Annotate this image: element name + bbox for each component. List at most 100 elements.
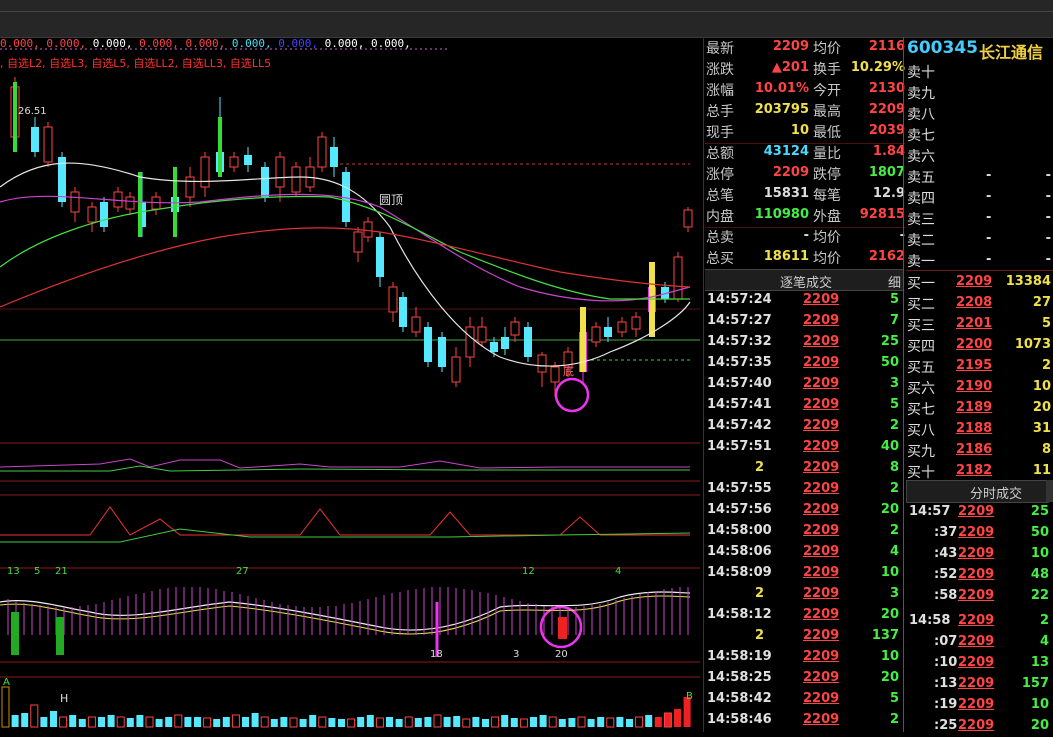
book-buy-row[interactable]: 买十 2182 11 [906,461,1053,482]
volume-bar [145,716,154,728]
quote-divider [705,143,905,144]
volume-bar [309,715,317,727]
volume-bar [270,719,278,727]
book-sell-row[interactable]: 卖八 [906,103,1053,124]
signal-bar [138,172,142,237]
book-buy-row[interactable]: 买六 2190 10 [906,377,1053,398]
volume-bar [155,719,163,727]
fenshi-header[interactable]: 分时成交 [906,480,1049,503]
tick-volume: 3 [889,376,899,391]
candle-body [683,209,693,228]
tick-volume: 5 [889,691,899,706]
fenshi-price: 2209 [958,588,995,603]
tick-row: 14:58:25 2209 20 [705,668,903,689]
tick-price: 2209 [803,439,840,454]
book-buy-row[interactable]: 买四 2200 1073 [906,335,1053,356]
tick-row: 14:57:40 2209 3 [705,374,903,395]
book-volume: - [1045,210,1051,225]
fenshi-row: :13 2209 157 [906,674,1053,695]
candle-body [125,196,135,210]
tick-volume: 8 [889,460,899,475]
window-toolbar [0,0,1053,38]
quote-value: ▲201 [771,60,809,75]
scrollbar[interactable] [1046,480,1053,502]
book-label: 买九 [907,444,935,460]
volume-bar [11,715,19,727]
fenshi-time: :43 [934,546,958,561]
book-price: 2195 [956,358,993,373]
quote-label: 量比 [813,146,841,162]
tick-row: 14:58:19 2209 10 [705,647,903,668]
book-sell-row[interactable]: 卖三 - - [906,208,1053,229]
volume-bar [616,717,624,727]
tick-time: 14:58:06 [707,544,772,559]
fenshi-row: :19 2209 10 [906,695,1053,716]
book-sell-row[interactable]: 卖六 [906,145,1053,166]
tick-row: 14:58:46 2209 2 [705,710,903,731]
quote-value: 10.29% [850,60,905,75]
volume-bar [568,718,576,727]
fenshi-time: :19 [934,697,958,712]
book-label: 买七 [907,402,935,418]
book-buy-row[interactable]: 买八 2188 31 [906,419,1053,440]
book-label: 卖三 [907,212,935,228]
volume-bar [645,715,653,727]
book-sell-row[interactable]: 卖五 - - [906,166,1053,187]
candle-body [43,126,53,163]
book-label: 卖十 [907,65,935,81]
price-label-high: 26.51 [18,106,47,117]
volume-bar [251,713,259,727]
tick-detail-button[interactable]: 细 [888,272,901,291]
book-label: 卖六 [907,149,935,165]
candle-body [388,286,398,313]
candle-body [477,326,487,343]
candle-body [424,327,432,362]
volume-bar [530,717,537,727]
tick-time: 14:57:27 [707,313,772,328]
book-sell-row[interactable]: 卖九 [906,82,1053,103]
quote-row: 涨跌 ▲201 换手 10.29% [705,58,905,79]
tick-price: 2209 [803,544,840,559]
book-sell-row[interactable]: 卖十 [906,61,1053,82]
volume-bar [231,714,240,728]
volume-bar [587,719,595,727]
fenshi-row: :10 2209 13 [906,653,1053,674]
volume-bar [222,717,230,727]
fenshi-time: 14:58 [909,613,951,628]
book-sell-row[interactable]: 卖二 - - [906,229,1053,250]
candle-body [550,366,560,383]
volume-bar [395,719,403,727]
volume-bar [453,716,461,727]
volume-bar [424,717,432,727]
tick-time: 14:58:12 [707,607,772,622]
fenshi-row: :43 2209 10 [906,544,1053,565]
tick-time: 14:57:42 [707,418,772,433]
book-buy-row[interactable]: 买二 2208 27 [906,293,1053,314]
book-sell-row[interactable]: 卖一 - - [906,250,1053,271]
candle-body [229,156,239,168]
book-label: 卖九 [907,86,935,102]
stock-header: 600345 长江通信 [906,37,1053,62]
quote-value: 1.84 [872,144,905,159]
quote-value: 18611 [763,249,809,264]
book-buy-row[interactable]: 买七 2189 20 [906,398,1053,419]
quote-row: 总笔 15831 每笔 12.9 [705,184,905,205]
tick-volume: 5 [889,292,899,307]
book-buy-row[interactable]: 买九 2186 8 [906,440,1053,461]
book-buy-row[interactable]: 买五 2195 2 [906,356,1053,377]
kline-chart[interactable]: 26.51 圆顶 底 13 5 21 27 12 4 18 3 20 H A B [0,37,700,732]
volume-bar [548,716,557,728]
book-buy-row[interactable]: 买一 2209 13384 [906,272,1053,293]
candle-body [438,337,446,367]
candle-body [673,256,683,300]
tick-price: 2209 [803,502,840,517]
volume-bar [663,712,672,728]
tick-time: 14:58:09 [707,565,772,580]
tick-time: 14:57:41 [707,397,772,412]
book-sell-row[interactable]: 卖七 [906,124,1053,145]
book-sell-row[interactable]: 卖四 - - [906,187,1053,208]
tick-list-header[interactable]: 逐笔成交 细 [705,269,903,291]
volume-bar [328,718,336,727]
book-buy-row[interactable]: 买三 2201 5 [906,314,1053,335]
price-candles [10,77,693,397]
